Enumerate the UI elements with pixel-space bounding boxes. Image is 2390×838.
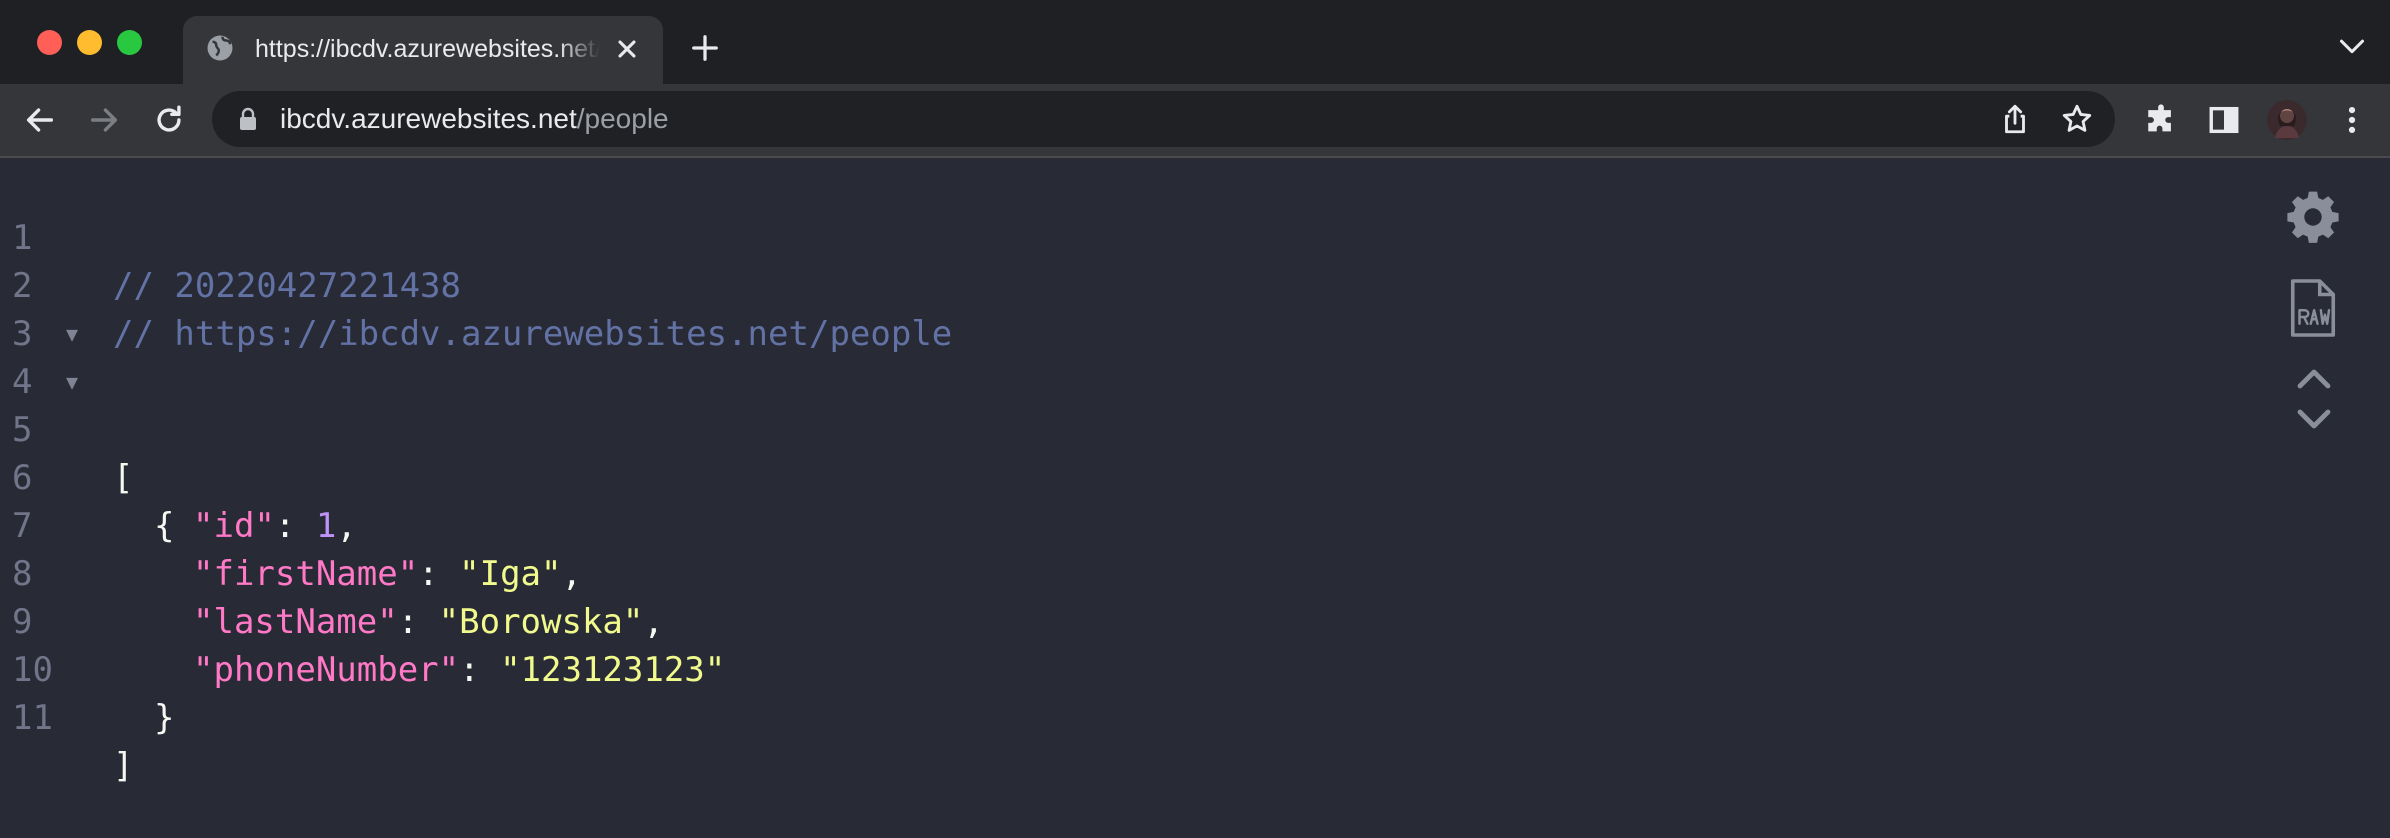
reload-icon[interactable] <box>152 103 186 137</box>
star-icon[interactable] <box>2060 102 2094 136</box>
fold-toggle-icon[interactable]: ▼ <box>66 358 78 406</box>
gear-icon[interactable] <box>2284 188 2342 246</box>
code-line: 2 // https://ibcdv.azurewebsites.net/peo… <box>0 214 952 354</box>
code-line: 3 <box>0 262 123 354</box>
url-text[interactable]: ibcdv.azurewebsites.net/people <box>280 102 669 136</box>
close-bracket: ] <box>113 746 134 786</box>
json-string-value: "Iga" <box>459 554 562 594</box>
tab-close-icon[interactable] <box>613 35 641 63</box>
puzzle-icon[interactable] <box>2144 103 2178 137</box>
fold-toggle-icon[interactable]: ▼ <box>66 310 78 358</box>
json-comma: , <box>561 554 582 594</box>
code-line: 11 ] <box>0 646 133 786</box>
url-path: /people <box>576 103 669 134</box>
json-comma: , <box>336 506 357 546</box>
json-comma: , <box>643 602 664 642</box>
kebab-menu-icon[interactable] <box>2335 103 2369 137</box>
json-key: "phoneNumber" <box>193 650 460 690</box>
url-host: ibcdv.azurewebsites.net <box>280 103 577 134</box>
raw-file-icon[interactable] <box>2286 276 2340 340</box>
close-brace: } <box>154 698 175 738</box>
share-icon[interactable] <box>1998 102 2032 136</box>
code-line: 5 ▼ { <box>0 358 174 546</box>
open-brace: { <box>154 506 175 546</box>
tab-title: https://ibcdv.azurewebsites.net/people <box>255 35 600 63</box>
lock-icon[interactable] <box>238 107 258 131</box>
json-viewer: 1 // 20220427221438 2 // https://ibcdv.a… <box>0 158 2390 786</box>
window-minimize-button[interactable] <box>77 30 102 55</box>
json-field-line: 8 "lastName": "Borowska", <box>0 502 664 642</box>
avatar[interactable] <box>2267 100 2307 140</box>
json-number-value: 1 <box>315 506 337 546</box>
timestamp-comment: // 20220427221438 <box>113 266 461 306</box>
browser-tab[interactable]: https://ibcdv.azurewebsites.net/people <box>183 16 663 84</box>
globe-icon <box>207 35 233 61</box>
tab-search-chevron-icon[interactable] <box>2338 37 2366 57</box>
tab-strip: https://ibcdv.azurewebsites.net/people <box>0 0 2390 84</box>
json-field-line: 7 "firstName": "Iga", <box>0 454 582 594</box>
json-string-value: "123123123" <box>500 650 726 690</box>
chevron-up-down-icon[interactable] <box>2296 366 2332 432</box>
code-line: 10 } <box>0 598 174 738</box>
window-zoom-button[interactable] <box>117 30 142 55</box>
address-bar[interactable]: ibcdv.azurewebsites.net/people <box>212 91 2115 147</box>
json-key: "id" <box>193 506 275 546</box>
json-key: "firstName" <box>193 554 419 594</box>
arrow-left-icon[interactable] <box>23 103 57 137</box>
side-panel-icon[interactable] <box>2207 103 2241 137</box>
window-close-button[interactable] <box>37 30 62 55</box>
url-comment: // https://ibcdv.azurewebsites.net/peopl… <box>113 314 953 354</box>
arrow-right-icon[interactable] <box>87 103 121 137</box>
code-block: 1 // 20220427221438 2 // https://ibcdv.a… <box>0 166 952 786</box>
browser-toolbar: ibcdv.azurewebsites.net/people <box>0 84 2390 156</box>
code-line: 1 // 20220427221438 <box>0 166 461 306</box>
line-number: 11 <box>12 698 53 738</box>
code-line: 4 ▼ [ <box>0 310 133 498</box>
new-tab-icon[interactable] <box>690 33 720 63</box>
json-string-value: "Borowska" <box>438 602 644 642</box>
json-field-line: 6 "id": 1, <box>0 406 357 546</box>
json-field-line: 9 "phoneNumber": "123123123" <box>0 550 725 690</box>
json-key: "lastName" <box>193 602 398 642</box>
